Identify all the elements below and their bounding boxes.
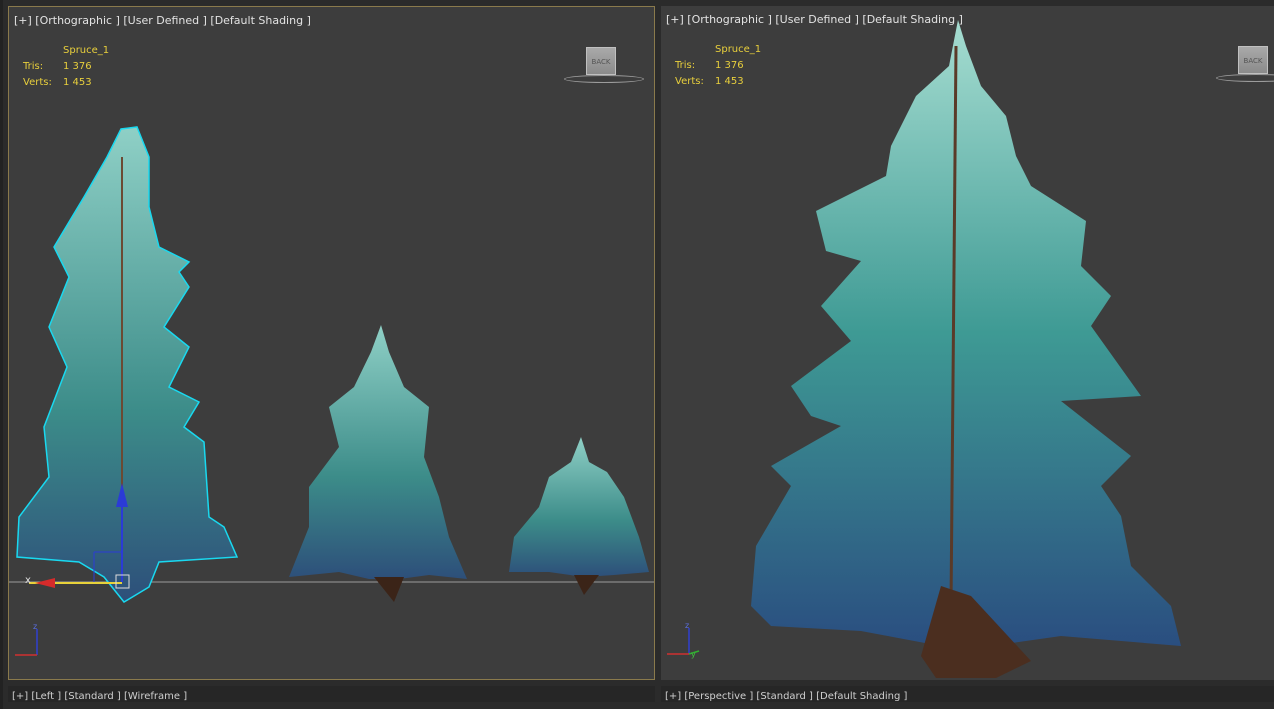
left-edge-bar [0,0,3,709]
stats-row-verts: Verts: 1 453 [675,76,744,87]
stats-value: 1 376 [63,61,92,72]
stats-value: 1 453 [63,77,92,88]
stats-value: 1 376 [715,60,744,71]
viewport-bottom-right[interactable]: [+] [Perspective ] [Standard ] [Default … [661,686,1274,702]
viewport-orthographic-right[interactable]: z y [+] [Orthographic ] [User Defined ] … [661,6,1274,680]
viewcube[interactable]: BACK [1216,46,1274,88]
axis-tripod [15,629,38,656]
viewport-scene: z y [667,20,1181,678]
viewcube-ring[interactable] [564,75,644,83]
spruce-tree-medium[interactable] [289,325,467,602]
gizmo-axis-x-label: x [25,575,31,586]
viewport-orthographic-left[interactable]: x z [+] [Orthographic ] [User Defined ] … [8,6,655,680]
viewport-label[interactable]: [+] [Left ] [Standard ] [Wireframe ] [12,691,187,702]
stats-value: 1 453 [715,76,744,87]
stats-object-name: Spruce_1 [63,45,110,56]
viewcube-ring[interactable] [1216,74,1274,82]
stats-key: Verts: [23,77,52,88]
viewport-label[interactable]: [+] [Orthographic ] [User Defined ] [Def… [666,13,963,26]
stats-row-tris: Tris: 1 376 [675,60,744,71]
tripod-z-label: z [685,621,689,630]
stats-key: Tris: [23,61,44,72]
stats-row-verts: Verts: 1 453 [23,77,92,88]
stats-key: Tris: [675,60,696,71]
viewcube-face-back[interactable]: BACK [586,47,616,75]
spruce-tree-selected[interactable] [16,126,239,603]
viewport-label[interactable]: [+] [Orthographic ] [User Defined ] [Def… [14,14,311,27]
viewcube-face-back[interactable]: BACK [1238,46,1268,74]
stats-key: Verts: [675,76,704,87]
stats-row-tris: Tris: 1 376 [23,61,92,72]
tripod-y-label: y [691,650,696,659]
tripod-z-label: z [33,622,37,631]
stats-object-name: Spruce_1 [715,44,762,55]
viewport-scene: x z [9,126,654,656]
spruce-tree-closeup[interactable] [751,20,1181,678]
viewport-label[interactable]: [+] [Perspective ] [Standard ] [Default … [665,691,907,702]
spruce-tree-small[interactable] [509,437,649,595]
viewcube[interactable]: BACK [564,47,646,89]
viewport-bottom-left[interactable]: [+] [Left ] [Standard ] [Wireframe ] [8,686,655,702]
